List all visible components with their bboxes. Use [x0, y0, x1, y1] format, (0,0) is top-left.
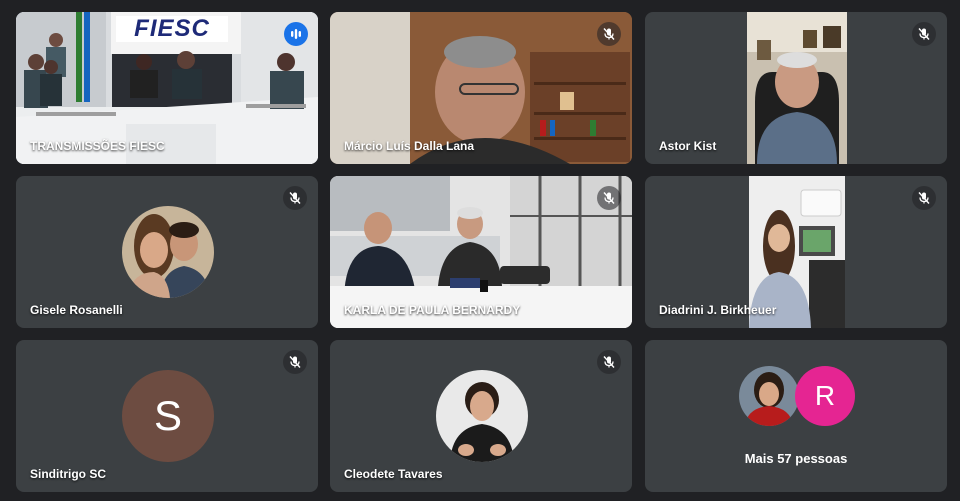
mic-off-icon [283, 186, 307, 210]
mic-off-icon [912, 22, 936, 46]
participant-name: Gisele Rosanelli [30, 303, 123, 317]
video-feed-astor [747, 12, 847, 164]
avatar [739, 366, 799, 426]
more-participants-label: Mais 57 pessoas [744, 451, 848, 466]
avatar-letter-circle: R [795, 366, 855, 426]
avatar: S [122, 370, 214, 462]
avatar-letter: S [153, 392, 182, 439]
participant-tile-karla[interactable]: KARLA DE PAULA BERNARDY [330, 176, 632, 328]
participant-tile-gisele[interactable]: Gisele Rosanelli [16, 176, 318, 328]
mic-off-icon [912, 186, 936, 210]
speaking-indicator-icon [284, 22, 308, 46]
fiesc-banner: FIESC [116, 16, 228, 42]
participant-name: Cleodete Tavares [344, 467, 443, 481]
participant-tile-marcio[interactable]: Márcio Luís Dalla Lana [330, 12, 632, 164]
participant-tile-fiesc[interactable]: FIESC TRANSMISSÕES FIESC [16, 12, 318, 164]
mic-off-icon [597, 186, 621, 210]
participant-name: Márcio Luís Dalla Lana [344, 139, 475, 153]
participant-tile-sinditrigo[interactable]: S Sinditrigo SC [16, 340, 318, 492]
avatar [436, 370, 528, 462]
participant-name: Astor Kist [659, 139, 717, 153]
more-participants-tile[interactable]: R Mais 57 pessoas [645, 340, 947, 492]
avatar [122, 206, 214, 298]
mic-off-icon [597, 22, 621, 46]
participant-name: KARLA DE PAULA BERNARDY [344, 303, 521, 317]
participant-tile-diadrini[interactable]: Diadrini J. Birkheuer [645, 176, 947, 328]
mic-off-icon [283, 350, 307, 374]
participant-tile-cleodete[interactable]: Cleodete Tavares [330, 340, 632, 492]
participant-tile-astor[interactable]: Astor Kist [645, 12, 947, 164]
participant-name: Sinditrigo SC [30, 467, 106, 481]
participant-name: Diadrini J. Birkheuer [659, 303, 777, 317]
participant-name: TRANSMISSÕES FIESC [30, 139, 165, 153]
avatar-letter: R [814, 380, 836, 411]
mic-off-icon [597, 350, 621, 374]
